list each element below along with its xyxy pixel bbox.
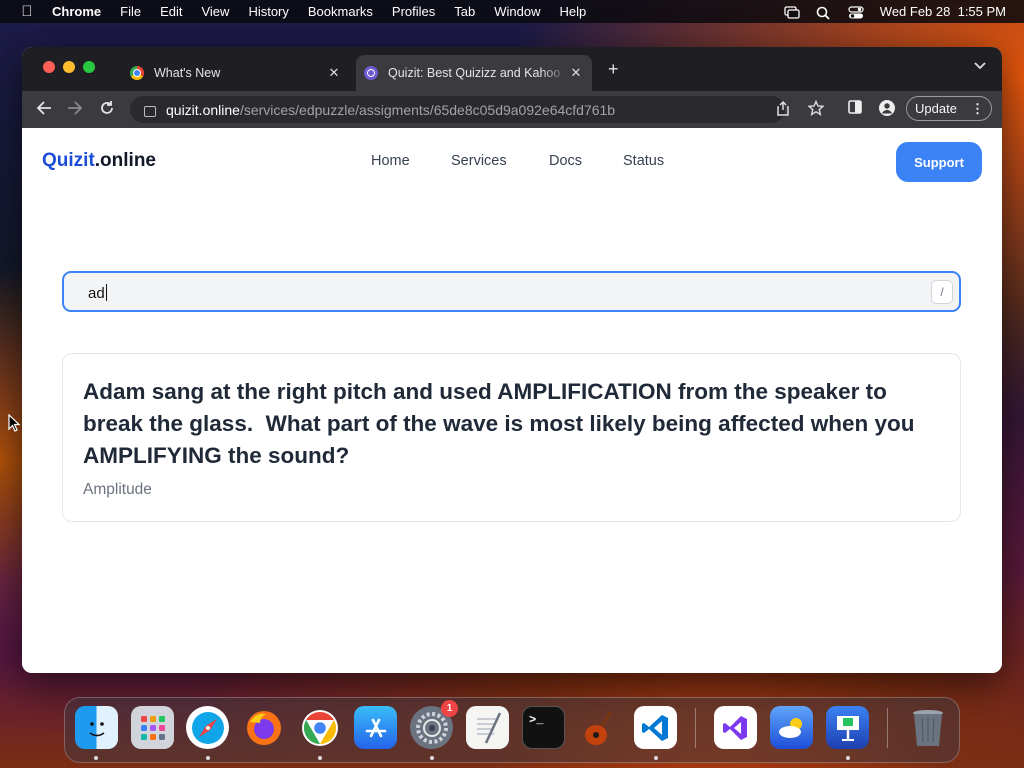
- nav-docs[interactable]: Docs: [549, 153, 582, 169]
- textedit-icon[interactable]: [466, 706, 509, 749]
- running-indicator: [206, 756, 210, 760]
- url-host: quizit.online: [166, 101, 240, 118]
- answer-text: Amplitude: [83, 481, 152, 498]
- menu-view[interactable]: View: [201, 4, 229, 19]
- running-indicator: [654, 756, 658, 760]
- close-tab-icon[interactable]: ✕: [326, 65, 342, 81]
- system-settings-icon[interactable]: 1: [410, 700, 458, 749]
- text-caret: [106, 284, 107, 301]
- dock: 1 >_: [64, 697, 960, 763]
- menu-app-chrome[interactable]: Chrome: [52, 4, 101, 19]
- address-bar[interactable]: quizit.online/services/edpuzzle/assigmen…: [130, 96, 785, 123]
- site-logo[interactable]: Quizit.online: [42, 150, 156, 172]
- running-indicator: [318, 756, 322, 760]
- visual-studio-icon[interactable]: [714, 706, 757, 749]
- browser-toolbar: quizit.online/services/edpuzzle/assigmen…: [22, 91, 1002, 128]
- launchpad-icon[interactable]: [131, 706, 174, 749]
- app-store-icon[interactable]: [354, 706, 397, 749]
- menu-tab[interactable]: Tab: [454, 4, 475, 19]
- tab-whats-new[interactable]: What's New ✕: [122, 55, 350, 91]
- running-indicator: [846, 756, 850, 760]
- nav-status[interactable]: Status: [623, 153, 664, 169]
- nav-services[interactable]: Services: [451, 153, 507, 169]
- share-icon[interactable]: [776, 100, 790, 119]
- notification-badge: 1: [441, 700, 458, 717]
- web-page: Quizit.online Home Services Docs Status …: [22, 128, 1002, 673]
- menubar-datetime[interactable]: Wed Feb 28 1:55 PM: [880, 4, 1006, 19]
- question-search-box[interactable]: /: [62, 271, 961, 312]
- tab-title: Quizit: Best Quizizz and Kahoo: [388, 66, 561, 80]
- nav-home[interactable]: Home: [371, 153, 410, 169]
- mouse-cursor-icon: [8, 413, 21, 437]
- bookmark-star-icon[interactable]: [807, 99, 825, 119]
- more-vert-icon[interactable]: ⋮: [971, 101, 984, 117]
- chrome-app-icon[interactable]: [298, 706, 341, 749]
- garageband-icon[interactable]: [578, 706, 621, 749]
- tab-search-chevron-icon[interactable]: [974, 61, 986, 73]
- back-icon[interactable]: [36, 100, 52, 121]
- zoom-window-button[interactable]: [83, 61, 95, 73]
- search-icon[interactable]: [816, 6, 832, 20]
- weather-icon[interactable]: [770, 706, 813, 749]
- dock-separator: [887, 708, 888, 748]
- close-window-button[interactable]: [43, 61, 55, 73]
- support-button[interactable]: Support: [896, 142, 982, 182]
- menu-edit[interactable]: Edit: [160, 4, 182, 19]
- close-tab-icon[interactable]: ✕: [568, 65, 584, 81]
- control-center-icon[interactable]: [848, 5, 864, 18]
- trash-icon[interactable]: [906, 706, 949, 749]
- lock-icon[interactable]: [144, 106, 156, 117]
- search-shortcut-key: /: [931, 280, 953, 304]
- tab-quizit[interactable]: Quizit: Best Quizizz and Kahoo ✕: [356, 55, 592, 91]
- finder-icon[interactable]: [75, 706, 118, 749]
- tab-strip: What's New ✕ Quizit: Best Quizizz and Ka…: [22, 47, 1002, 91]
- keynote-icon[interactable]: [826, 706, 869, 749]
- menu-profiles[interactable]: Profiles: [392, 4, 435, 19]
- menu-bar:  Chrome File Edit View History Bookmark…: [0, 0, 1024, 23]
- minimize-window-button[interactable]: [63, 61, 75, 73]
- search-input[interactable]: [86, 281, 910, 305]
- tab-title: What's New: [154, 66, 221, 80]
- update-button[interactable]: Update ⋮: [906, 96, 992, 121]
- url-path: /services/edpuzzle/assigments/65de8c05d9…: [239, 101, 616, 118]
- new-tab-icon[interactable]: +: [608, 60, 619, 78]
- quizit-icon: [364, 66, 378, 80]
- dock-separator: [695, 708, 696, 748]
- menu-help[interactable]: Help: [560, 4, 587, 19]
- vscode-icon[interactable]: [634, 706, 677, 749]
- forward-icon[interactable]: [67, 100, 83, 121]
- firefox-icon[interactable]: [242, 706, 285, 749]
- result-card[interactable]: Adam sang at the right pitch and used AM…: [62, 353, 961, 522]
- question-text: Adam sang at the right pitch and used AM…: [83, 379, 920, 468]
- browser-window: What's New ✕ Quizit: Best Quizizz and Ka…: [22, 47, 1002, 673]
- running-indicator: [430, 756, 434, 760]
- profile-icon[interactable]: [879, 100, 895, 119]
- reload-icon[interactable]: [99, 100, 115, 121]
- terminal-icon[interactable]: >_: [522, 706, 565, 749]
- chrome-icon: [130, 66, 144, 80]
- safari-icon[interactable]: [186, 706, 229, 749]
- menu-window[interactable]: Window: [494, 4, 540, 19]
- side-panel-icon[interactable]: [848, 100, 862, 117]
- running-indicator: [94, 756, 98, 760]
- apple-icon[interactable]: : [18, 3, 36, 20]
- menu-bookmarks[interactable]: Bookmarks: [308, 4, 373, 19]
- menu-history[interactable]: History: [248, 4, 288, 19]
- menu-file[interactable]: File: [120, 4, 141, 19]
- screen-mirroring-icon[interactable]: [784, 5, 800, 19]
